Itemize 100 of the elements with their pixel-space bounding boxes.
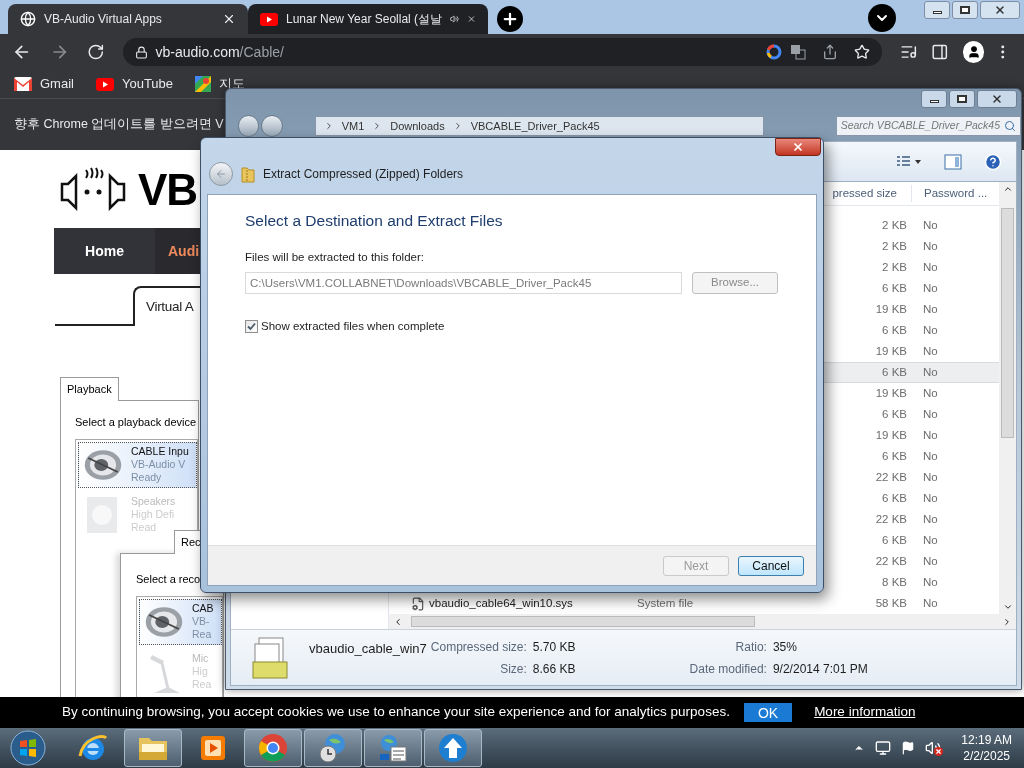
breadcrumb-item[interactable]: VM1 [341,117,365,135]
password-status: No [922,427,939,443]
detail-value: 8.66 KB [532,660,576,678]
map-icon [195,76,212,92]
compressed-size: 19 KB [874,427,908,443]
horizontal-scrollbar[interactable] [389,614,1016,629]
detail-value: 35% [772,638,798,656]
password-status: No [922,343,939,359]
clock[interactable]: 12:19 AM 2/2/2025 [961,732,1012,764]
bookmark-link[interactable]: YouTube [95,74,174,94]
reload-icon[interactable] [87,43,105,61]
close-icon [991,93,1003,105]
url-text: vb-audio.com/Cable/ [155,42,284,62]
password-status: No [922,406,939,422]
action-center-icon[interactable] [901,741,916,755]
password-status: No [922,574,939,590]
compressed-size: 19 KB [874,301,908,317]
compressed-size: 6 KB [881,364,908,380]
minimize-button[interactable] [924,1,950,19]
device-row[interactable]: CABLE Inpu VB-Audio V Ready [78,441,197,488]
taskbar-button[interactable] [124,729,182,767]
device-name: Speakers [131,495,176,508]
password-status: No [922,364,939,380]
globe-icon [20,11,36,27]
detail-label: Size: [499,660,527,678]
site-logo-text: VB [138,168,197,212]
device-description: VB- [192,615,211,628]
compressed-size: 6 KB [881,322,908,338]
detail-value: 5.70 KB [532,638,576,656]
password-status: No [922,301,939,317]
ok-button[interactable]: OK [743,703,793,722]
compressed-size: 2 KB [881,217,908,233]
scroll-down-icon[interactable] [1002,602,1013,612]
breadcrumb-bar[interactable]: VM1 Downloads VBCABLE_Driver_Pack45 [314,116,765,136]
search-icon [1004,120,1016,132]
close-button[interactable] [775,138,821,156]
zip-file-icon [251,635,291,680]
bookmark-link[interactable]: Gmail [14,74,74,94]
google-icon[interactable] [765,44,782,60]
zipped-folder-icon [241,165,255,183]
network-icon[interactable] [875,740,892,756]
maximize-button[interactable] [952,1,978,19]
new-tab-button[interactable] [497,6,523,32]
minimize-button[interactable] [921,90,947,108]
muted-speaker-icon[interactable] [925,740,944,756]
share-icon[interactable] [821,44,838,60]
taskbar-button[interactable] [304,729,362,767]
taskbar-button[interactable] [424,729,482,767]
compressed-size: 6 KB [881,280,908,296]
back-button[interactable] [238,115,260,137]
search-field[interactable]: Search VBCABLE_Driver_Pack45 [835,116,1021,136]
browser-tab[interactable]: Lunar New Year Seollal (설날 [248,4,488,34]
taskbar-button[interactable] [364,729,422,767]
close-icon[interactable] [222,12,236,26]
password-status: No [922,448,939,464]
view-options-icon[interactable] [896,154,922,169]
file-type: System file [637,595,695,611]
password-status: No [922,322,939,338]
nav-item[interactable]: Home [54,228,155,274]
dialog-button[interactable]: Cancel [738,555,804,576]
side-panel-icon[interactable] [931,43,949,61]
compressed-size: 6 KB [881,406,908,422]
scroll-left-icon[interactable] [393,616,403,627]
scroll-up-icon[interactable] [1002,184,1013,194]
cookie-notice: By continuing browsing, you accept cookies we use to enhance your site experience and for analytics purposes. [62,703,730,722]
system-file-icon [411,596,425,611]
breadcrumb-item[interactable]: VBCABLE_Driver_Pack45 [470,117,600,135]
taskbar-button[interactable] [244,729,302,767]
detail-label: Date modified: [689,660,767,678]
breadcrumb-item[interactable]: Downloads [390,117,445,135]
forward-button[interactable] [261,115,283,137]
media-player-icon [199,734,227,762]
tab-title: Lunar New Year Seollal (설날 [286,11,443,28]
translate-icon[interactable] [789,44,806,60]
compressed-size: 19 KB [874,385,908,401]
address-bar[interactable]: vb-audio.com/Cable/ [122,38,882,66]
lock-icon [134,45,148,59]
maximize-button[interactable] [949,90,975,108]
start-button[interactable] [8,729,48,767]
vertical-scrollbar[interactable] [999,182,1016,614]
prompt-text: Select a reco [136,572,201,585]
tab-search-button[interactable] [868,4,896,32]
play-icon [260,12,278,26]
bookmark-link[interactable]: 지도 [195,74,246,94]
profile-icon[interactable] [962,41,985,63]
password-status: No [922,238,939,254]
speaker-icon[interactable] [450,12,460,26]
scroll-right-icon[interactable] [1002,616,1012,627]
device-row[interactable]: CAB VB- Rea [139,598,222,645]
password-status: No [922,532,939,548]
password-status: No [922,490,939,506]
more-information-link[interactable]: More information [814,702,916,723]
bookmark-star-icon[interactable] [853,44,870,60]
help-icon[interactable] [984,152,1002,171]
checkbox[interactable] [245,319,258,333]
file-row[interactable]: vbaudio_cable64_win10.sys System file 58 KB No [389,593,999,614]
file-name: vbaudio_cable_win7 [309,640,427,658]
media-control-icon[interactable] [899,43,918,61]
browser-tab[interactable]: VB-Audio Virtual Apps [8,4,248,34]
prompt-text: Select a playback device [75,415,197,428]
